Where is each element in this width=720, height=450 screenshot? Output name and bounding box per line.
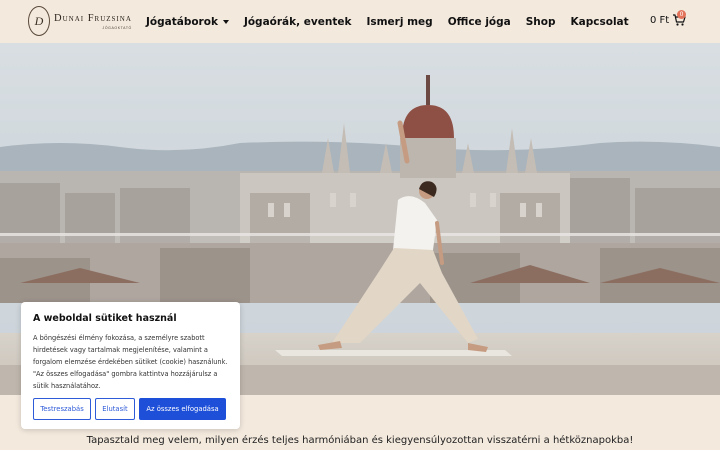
cookie-customize-button[interactable]: Testreszabás <box>33 398 91 420</box>
logo-subtitle: JÓGAOKTATÓ <box>102 25 132 30</box>
cookie-text: A böngészési élmény fokozása, a személyr… <box>33 334 228 391</box>
logo-monogram: D <box>28 6 50 36</box>
logo-text: Dunai Fruzsina JÓGAOKTATÓ <box>54 13 132 30</box>
nav-item-label: Kapcsolat <box>570 15 629 28</box>
nav-item-office-joga[interactable]: Office jóga <box>448 16 511 28</box>
nav-item-jogaorak[interactable]: Jógaórák, eventek <box>244 16 352 28</box>
main-nav: Jógatáborok Jógaórák, eventek Ismerj meg… <box>146 0 629 43</box>
cookie-accept-all-button[interactable]: Az összes elfogadása <box>139 398 226 420</box>
nav-item-jogataborok[interactable]: Jógatáborok <box>146 16 229 28</box>
cookie-title: A weboldal sütiket használ <box>33 313 177 324</box>
cart-count-badge: 0 <box>677 10 686 19</box>
nav-item-label: Shop <box>525 15 556 28</box>
chevron-down-icon <box>222 19 229 24</box>
logo-name: Dunai Fruzsina <box>54 12 132 24</box>
cart-total: 0 Ft <box>650 14 670 26</box>
site-header: D Dunai Fruzsina JÓGAOKTATÓ Jógatáborok … <box>0 0 720 43</box>
nav-item-label: Ismerj meg <box>366 15 433 28</box>
cookie-reject-button[interactable]: Elutasít <box>95 398 135 420</box>
nav-item-kapcsolat[interactable]: Kapcsolat <box>571 16 629 28</box>
site-logo[interactable]: D Dunai Fruzsina JÓGAOKTATÓ <box>28 6 132 36</box>
nav-item-label: Jógatáborok <box>146 15 218 28</box>
nav-item-shop[interactable]: Shop <box>526 16 556 28</box>
nav-item-ismerj-meg[interactable]: Ismerj meg <box>366 16 432 28</box>
cookie-consent-dialog: A weboldal sütiket használ A böngészési … <box>21 302 240 429</box>
nav-item-label: Office jóga <box>447 15 511 28</box>
hero-tagline: Tapasztald meg velem, milyen érzés telje… <box>86 435 634 446</box>
nav-item-label: Jógaórák, eventek <box>243 15 352 28</box>
cookie-buttons: Testreszabás Elutasít Az összes elfogadá… <box>33 398 226 420</box>
